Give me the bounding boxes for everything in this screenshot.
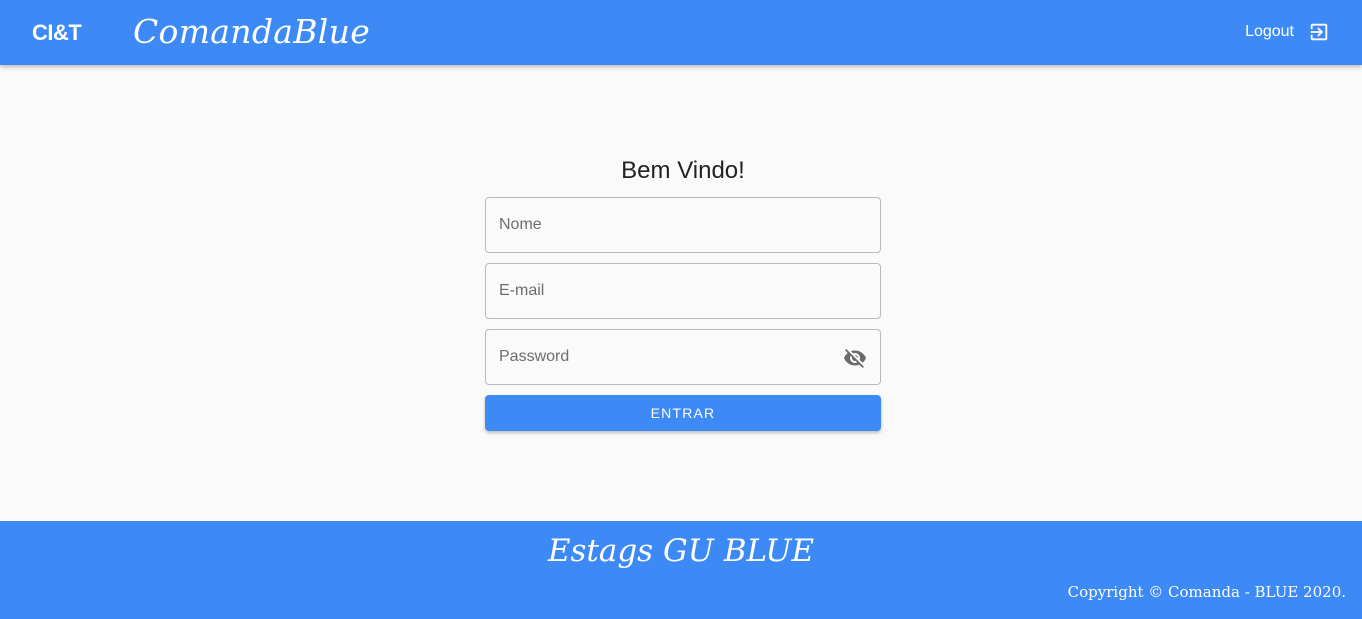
exit-to-app-icon [1308, 21, 1330, 43]
email-input[interactable] [486, 264, 880, 318]
visibility-off-icon[interactable] [842, 346, 868, 370]
name-field [485, 197, 881, 253]
login-page: Bem Vindo! ENTRAR [0, 65, 1362, 521]
company-logo: CI&T [32, 20, 82, 45]
enter-button[interactable]: ENTRAR [485, 395, 881, 431]
email-field [485, 263, 881, 319]
logout-button[interactable]: Logout [1245, 20, 1330, 44]
top-app-bar: CI&T ComandaBlue Logout [0, 0, 1362, 65]
app-title: ComandaBlue [133, 12, 371, 51]
copyright-text: Copyright © Comanda - BLUE 2020. [1067, 583, 1346, 601]
welcome-heading: Bem Vindo! [621, 157, 745, 184]
footer: Estags GU BLUE Copyright © Comanda - BLU… [0, 521, 1362, 619]
password-input[interactable] [486, 330, 880, 384]
logout-label: Logout [1245, 23, 1294, 40]
name-input[interactable] [486, 198, 880, 252]
password-field [485, 329, 881, 385]
footer-title: Estags GU BLUE [547, 533, 815, 569]
